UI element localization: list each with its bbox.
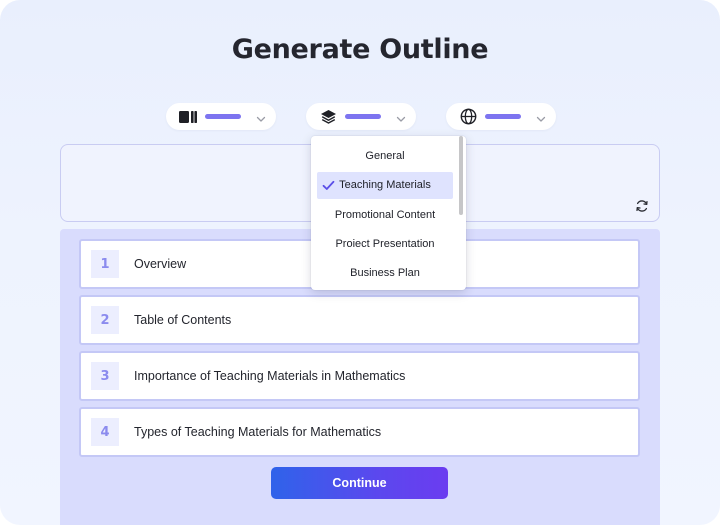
- language-select[interactable]: [446, 103, 556, 130]
- dropdown-scrollbar[interactable]: [459, 136, 465, 290]
- selected-value-placeholder: [205, 114, 241, 119]
- refresh-icon[interactable]: [635, 199, 649, 213]
- presentation-icon: [179, 108, 197, 126]
- dropdown-scrollbar-thumb[interactable]: [459, 136, 463, 215]
- outline-row-number: 1: [91, 250, 119, 278]
- template-type-select[interactable]: [306, 103, 416, 130]
- template-type-dropdown: General Teaching Materials Promotional C…: [311, 136, 466, 290]
- outline-row[interactable]: 2 Table of Contents: [79, 295, 640, 345]
- outline-row-number: 4: [91, 418, 119, 446]
- page-title: Generate Outline: [231, 34, 489, 65]
- chevron-down-icon: [536, 111, 546, 122]
- outline-row-text: Types of Teaching Materials for Mathemat…: [134, 425, 382, 439]
- continue-button[interactable]: Continue: [271, 467, 448, 499]
- dropdown-item-project-presentation[interactable]: Proiect Presentation: [317, 231, 453, 258]
- chevron-down-icon: [396, 111, 406, 122]
- dropdown-item-promotional-content[interactable]: Promotional Content: [317, 202, 453, 229]
- outline-row-text: Table of Contents: [134, 313, 232, 327]
- slides-count-select[interactable]: [166, 103, 276, 130]
- generate-outline-card: Generate Outline 1 Overview 2 Table of C…: [0, 0, 720, 525]
- outline-row-text: Overview: [134, 257, 187, 271]
- outline-row[interactable]: 3 Importance of Teaching Materials in Ma…: [79, 351, 640, 401]
- chevron-down-icon: [256, 111, 266, 122]
- outline-row[interactable]: 4 Types of Teaching Materials for Mathem…: [79, 407, 640, 457]
- outline-row-number: 3: [91, 362, 119, 390]
- layers-icon: [319, 108, 337, 126]
- globe-icon: [459, 108, 477, 126]
- outline-row-number: 2: [91, 306, 119, 334]
- selected-value-placeholder: [485, 114, 521, 119]
- dropdown-item-general[interactable]: General: [317, 143, 453, 170]
- selected-value-placeholder: [345, 114, 381, 119]
- dropdown-item-business-plan[interactable]: Business Plan: [317, 260, 453, 287]
- outline-row-text: Importance of Teaching Materials in Math…: [134, 369, 406, 383]
- dropdown-item-teaching-materials[interactable]: Teaching Materials: [317, 172, 453, 199]
